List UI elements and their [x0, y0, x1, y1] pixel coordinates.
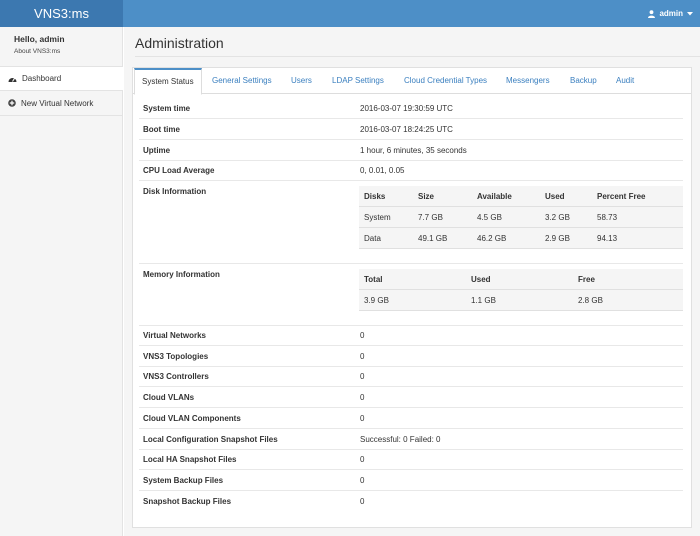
tab-audit[interactable]: Audit — [616, 68, 634, 94]
tab-general-settings[interactable]: General Settings — [212, 68, 272, 94]
table-cell: 94.13 — [597, 234, 618, 243]
greeting: Hello, admin — [14, 34, 65, 44]
column-header: Available — [477, 192, 512, 201]
table-cell: 7.7 GB — [418, 213, 443, 222]
row-value: 0 — [360, 372, 365, 381]
sidebar: Hello, admin About VNS3:ms Dashboard New… — [0, 27, 123, 536]
row-value: 2016-03-07 19:30:59 UTC — [360, 104, 453, 113]
tab-users[interactable]: Users — [291, 68, 312, 94]
column-header: Size — [418, 192, 435, 201]
top-navbar: VNS3:ms admin — [0, 0, 700, 27]
status-row: Local Configuration Snapshot Files Succe… — [139, 429, 683, 450]
row-label: Local HA Snapshot Files — [143, 455, 237, 464]
table-row: System 7.7 GB 4.5 GB 3.2 GB 58.73 — [359, 207, 683, 228]
row-value: Successful: 0 Failed: 0 — [360, 435, 441, 444]
status-row: Cloud VLAN Components 0 — [139, 408, 683, 429]
sidebar-item-new-virtual-network[interactable]: New Virtual Network — [0, 91, 123, 116]
status-row: Boot time 2016-03-07 18:24:25 UTC — [139, 119, 683, 140]
table-cell: Data — [364, 234, 381, 243]
table-row: Data 49.1 GB 46.2 GB 2.9 GB 94.13 — [359, 228, 683, 249]
sidebar-item-dashboard[interactable]: Dashboard — [0, 66, 123, 91]
row-value: 0 — [360, 352, 365, 361]
sidebar-item-label: New Virtual Network — [21, 98, 94, 108]
table-header: Disks Size Available Used Percent Free — [359, 186, 683, 207]
row-value: 0 — [360, 331, 365, 340]
status-row: Uptime 1 hour, 6 minutes, 35 seconds — [139, 140, 683, 161]
main-content: Administration System Status General Set… — [124, 27, 700, 536]
row-label: Boot time — [143, 125, 180, 134]
about-link[interactable]: About VNS3:ms — [14, 48, 60, 55]
caret-down-icon — [687, 11, 693, 15]
page-title: Administration — [135, 35, 224, 51]
table-cell: 46.2 GB — [477, 234, 507, 243]
row-label: Memory Information — [143, 270, 220, 279]
row-label: Uptime — [143, 146, 171, 155]
row-label: Cloud VLANs — [143, 393, 195, 402]
app-brand[interactable]: VNS3:ms — [0, 0, 123, 27]
column-header: Free — [578, 275, 595, 284]
status-row: Snapshot Backup Files 0 — [139, 491, 683, 512]
status-row: Local HA Snapshot Files 0 — [139, 450, 683, 470]
row-label: VNS3 Controllers — [143, 372, 209, 381]
table-cell: 2.9 GB — [545, 234, 570, 243]
table-row: 3.9 GB 1.1 GB 2.8 GB — [359, 290, 683, 311]
row-label: System time — [143, 104, 191, 113]
memory-table: Total Used Free 3.9 GB 1.1 GB 2.8 GB — [359, 269, 683, 311]
sidebar-item-label: Dashboard — [22, 74, 62, 83]
row-value: 0 — [360, 393, 365, 402]
status-row: VNS3 Controllers 0 — [139, 367, 683, 387]
divider — [135, 56, 700, 57]
row-label: Snapshot Backup Files — [143, 497, 232, 506]
status-row: CPU Load Average 0, 0.01, 0.05 — [139, 161, 683, 181]
user-menu[interactable]: admin — [648, 0, 693, 27]
row-value: 0 — [360, 476, 365, 485]
status-row: VNS3 Topologies 0 — [139, 346, 683, 367]
tab-cloud-credential-types[interactable]: Cloud Credential Types — [404, 68, 487, 94]
row-label: CPU Load Average — [143, 166, 215, 175]
table-cell: 4.5 GB — [477, 213, 502, 222]
table-cell: 1.1 GB — [471, 296, 496, 305]
table-cell: 2.8 GB — [578, 296, 603, 305]
table-cell: 3.2 GB — [545, 213, 570, 222]
plus-circle-icon — [8, 99, 16, 107]
column-header: Total — [364, 275, 383, 284]
status-row: System time 2016-03-07 19:30:59 UTC — [139, 98, 683, 119]
table-cell: 49.1 GB — [418, 234, 448, 243]
tab-bar: System Status General Settings Users LDA… — [133, 68, 691, 95]
row-value: 1 hour, 6 minutes, 35 seconds — [360, 146, 467, 155]
status-row: Cloud VLANs 0 — [139, 387, 683, 408]
table-header: Total Used Free — [359, 269, 683, 290]
dashboard-icon — [8, 77, 17, 82]
row-value: 0 — [360, 497, 365, 506]
row-label: Disk Information — [143, 187, 207, 196]
row-label: System Backup Files — [143, 476, 224, 485]
row-value: 0, 0.01, 0.05 — [360, 166, 405, 175]
disk-table: Disks Size Available Used Percent Free S… — [359, 186, 683, 249]
user-menu-label: admin — [659, 9, 683, 18]
table-cell: 3.9 GB — [364, 296, 389, 305]
column-header: Disks — [364, 192, 386, 201]
row-value: 2016-03-07 18:24:25 UTC — [360, 125, 453, 134]
status-row: System Backup Files 0 — [139, 470, 683, 491]
table-cell: System — [364, 213, 391, 222]
tab-backup[interactable]: Backup — [570, 68, 597, 94]
tab-ldap-settings[interactable]: LDAP Settings — [332, 68, 384, 94]
status-row: Virtual Networks 0 — [139, 326, 683, 346]
column-header: Used — [545, 192, 565, 201]
row-value: 0 — [360, 455, 365, 464]
admin-panel: System Status General Settings Users LDA… — [132, 67, 692, 528]
user-icon — [648, 9, 656, 18]
row-label: Cloud VLAN Components — [143, 414, 241, 423]
column-header: Used — [471, 275, 491, 284]
column-header: Percent Free — [597, 192, 646, 201]
table-cell: 58.73 — [597, 213, 618, 222]
row-label: VNS3 Topologies — [143, 352, 209, 361]
tab-messengers[interactable]: Messengers — [506, 68, 550, 94]
tab-system-status[interactable]: System Status — [134, 68, 202, 95]
row-label: Local Configuration Snapshot Files — [143, 435, 278, 444]
row-value: 0 — [360, 414, 365, 423]
row-label: Virtual Networks — [143, 331, 206, 340]
